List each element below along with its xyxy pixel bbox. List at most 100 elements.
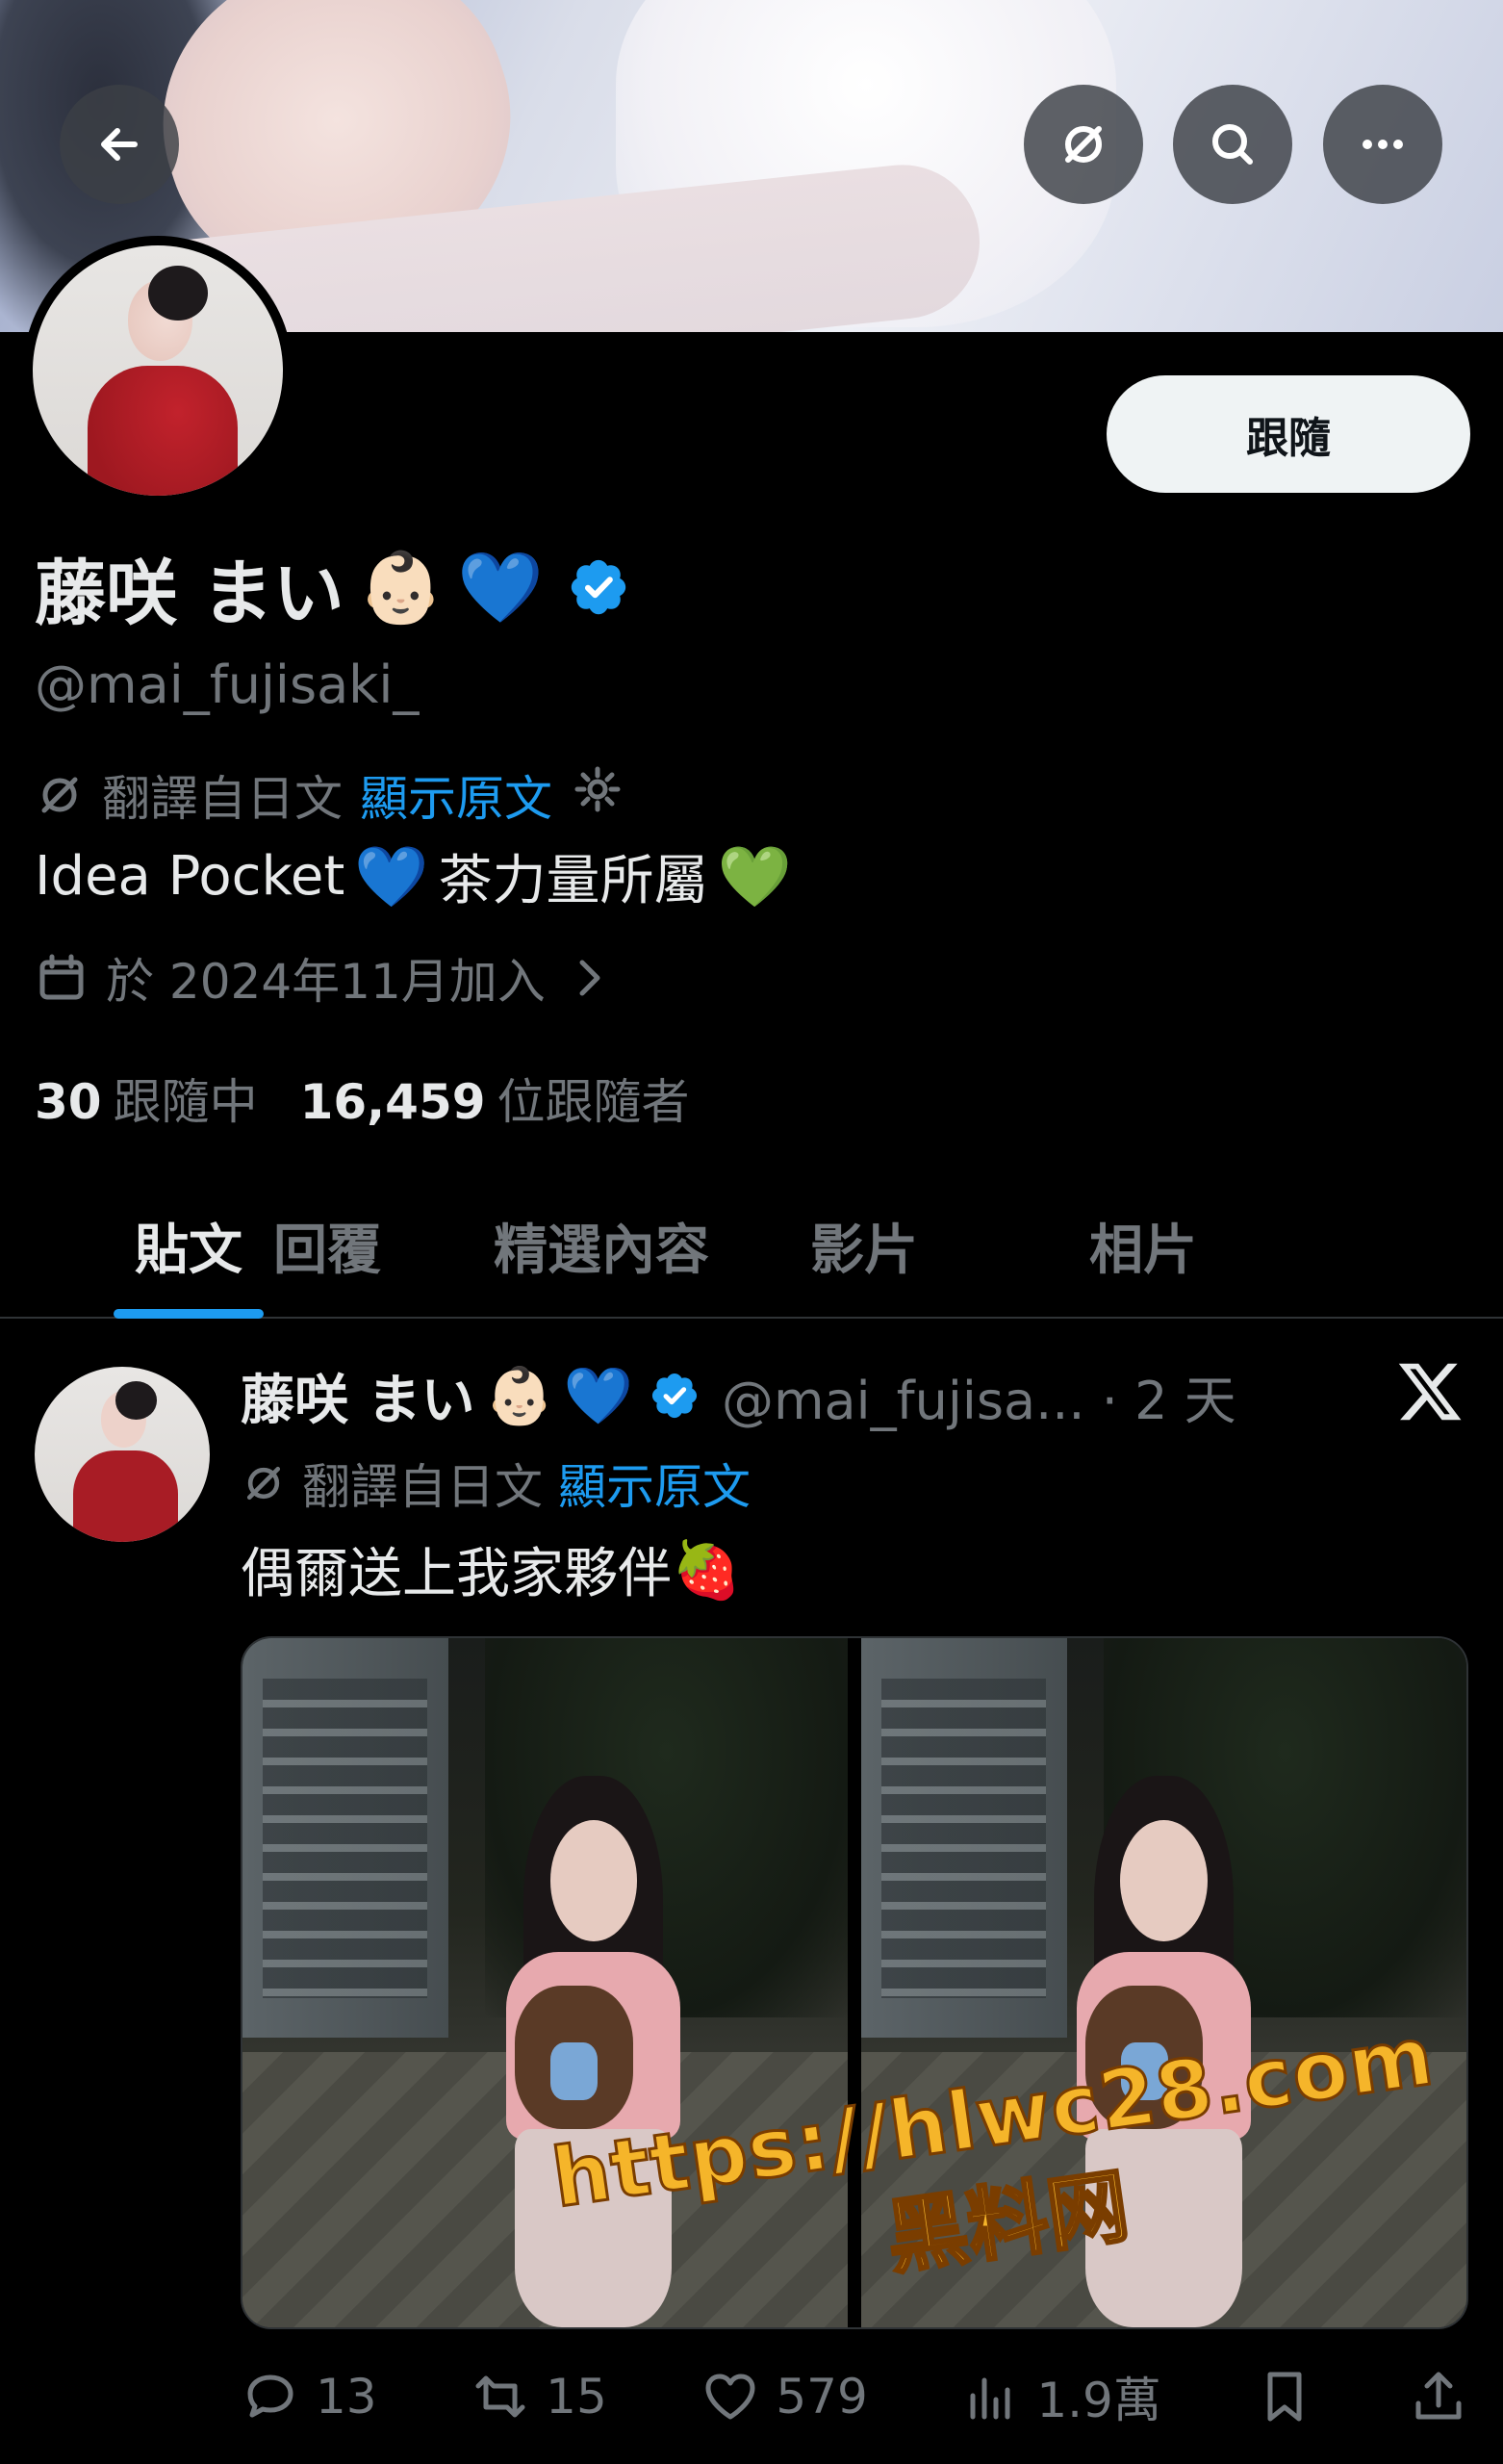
translate-off-icon — [1065, 126, 1102, 163]
baby-emoji: 👶🏻 — [484, 1363, 554, 1428]
display-name: 藤咲 まい — [35, 552, 344, 635]
baby-emoji: 👶🏻 — [357, 547, 445, 628]
blue-heart-emoji: 💙 — [457, 547, 545, 628]
tab-photos[interactable]: 相片 — [960, 1174, 1326, 1317]
tab-label: 相片 — [1089, 1219, 1197, 1282]
reply-count: 13 — [316, 2369, 377, 2425]
profile-handle: @mai_fujisaki_ — [35, 654, 420, 715]
photo-person-with-dog — [1055, 1776, 1272, 2327]
tab-videos[interactable]: 影片 — [768, 1174, 960, 1317]
joined-date-row[interactable]: 於 2024年11月加入 — [35, 943, 617, 1013]
x-logo-button[interactable] — [1395, 1357, 1465, 1426]
green-heart-emoji: 💚 — [717, 840, 792, 911]
photo-person-skirt — [515, 2128, 673, 2327]
repost-count: 15 — [546, 2369, 607, 2425]
reply-button[interactable]: 13 — [241, 2367, 377, 2426]
avatar-hair — [115, 1380, 158, 1420]
arrow-left-icon — [101, 128, 138, 161]
verified-badge-icon[interactable] — [567, 555, 630, 619]
back-button[interactable] — [60, 85, 179, 204]
followers-label: 位跟隨者 — [497, 1074, 690, 1130]
tab-label: 回覆 — [273, 1219, 381, 1282]
tab-label: 影片 — [810, 1219, 918, 1282]
share-button[interactable] — [1409, 2367, 1468, 2426]
heart-icon — [705, 2374, 755, 2420]
following-stat[interactable]: 30 跟隨中 — [35, 1064, 258, 1133]
bio-text-affiliation: 茶力量所屬 — [438, 850, 708, 912]
views-button[interactable]: 1.9萬 — [961, 2362, 1161, 2431]
profile-tabs: 貼文 回覆 精選內容 影片 相片 — [0, 1174, 1503, 1319]
profile-bio: Idea Pocket 💙 茶力量所屬 💚 — [35, 837, 802, 915]
photo-building — [861, 1638, 1067, 2039]
bookmark-icon — [1267, 2372, 1302, 2422]
bio-text-prefix: Idea Pocket — [35, 845, 345, 908]
following-count: 30 — [35, 1074, 102, 1130]
followers-count: 16,459 — [299, 1074, 486, 1130]
strawberry-emoji: 🍓 — [672, 1536, 742, 1603]
reply-icon — [247, 2374, 293, 2418]
active-tab-indicator — [114, 1309, 264, 1319]
verified-badge-icon[interactable] — [649, 1370, 701, 1422]
joined-date: 於 2024年11月加入 — [106, 954, 546, 1010]
bio-translation-row: 翻譯自日文 顯示原文 — [35, 760, 625, 830]
calendar-icon — [39, 954, 84, 1000]
post-author-name[interactable]: 藤咲 まい — [241, 1357, 475, 1435]
post-photo-1[interactable] — [242, 1638, 848, 2327]
post-text: 偶爾送上我家夥伴 🍓 — [241, 1530, 741, 1608]
photo-person-with-dog — [485, 1776, 702, 2327]
post-text-body: 偶爾送上我家夥伴 — [241, 1543, 672, 1605]
post-translation-row: 翻譯自日文 顯示原文 — [241, 1449, 751, 1518]
show-original-link[interactable]: 顯示原文 — [558, 1449, 751, 1518]
profile-avatar[interactable] — [23, 236, 293, 505]
photo-person-skirt — [1084, 2128, 1242, 2327]
avatar-hair — [147, 265, 208, 321]
translation-settings-button[interactable] — [570, 761, 625, 829]
translate-toggle-button[interactable] — [1024, 85, 1143, 204]
more-horizontal-icon — [1363, 140, 1403, 149]
avatar-dress — [73, 1450, 179, 1542]
avatar-dress — [88, 365, 239, 496]
profile-name-row: 藤咲 まい 👶🏻 💙 — [35, 539, 630, 635]
bookmark-button[interactable] — [1255, 2367, 1314, 2426]
share-icon — [1415, 2372, 1462, 2420]
translated-from-label: 翻譯自日文 — [302, 1459, 543, 1515]
views-chart-icon — [970, 2377, 1010, 2420]
repost-button[interactable]: 15 — [471, 2367, 607, 2426]
view-count: 1.9萬 — [1036, 2373, 1161, 2428]
post-author-avatar[interactable] — [35, 1367, 210, 1542]
post-header: 藤咲 まい 👶🏻 💙 @mai_fujisa... · 2 天 — [241, 1352, 1236, 1439]
x-logo-icon — [1398, 1363, 1462, 1421]
show-original-link[interactable]: 顯示原文 — [360, 760, 552, 830]
chevron-right-icon — [579, 960, 600, 996]
gear-icon — [574, 766, 621, 812]
follow-stats: 30 跟隨中 16,459 位跟隨者 — [35, 1064, 690, 1133]
translate-off-icon — [246, 1466, 281, 1501]
search-icon — [1212, 124, 1253, 165]
followers-stat[interactable]: 16,459 位跟隨者 — [300, 1064, 690, 1133]
post-handle-and-time[interactable]: @mai_fujisa... · 2 天 — [722, 1358, 1236, 1434]
photo-person-face — [549, 1820, 638, 1941]
post-media-grid — [241, 1636, 1468, 2329]
post-actions: 13 15 579 1.9萬 — [241, 2348, 1468, 2445]
more-button[interactable] — [1323, 85, 1442, 204]
repost-icon — [475, 2375, 525, 2418]
photo-dog — [1084, 1985, 1204, 2129]
search-button[interactable] — [1173, 85, 1292, 204]
like-button[interactable]: 579 — [701, 2367, 868, 2426]
tab-label: 貼文 — [135, 1219, 242, 1282]
tab-highlights[interactable]: 精選內容 — [412, 1174, 791, 1317]
translated-from-label: 翻譯自日文 — [102, 771, 343, 827]
like-count: 579 — [776, 2369, 868, 2425]
translate-off-icon — [41, 777, 78, 813]
photo-dog — [515, 1985, 633, 2129]
tab-replies[interactable]: 回覆 — [262, 1174, 393, 1317]
follow-button[interactable]: 跟隨 — [1107, 375, 1470, 493]
photo-person-face — [1120, 1820, 1208, 1941]
tab-label: 精選內容 — [494, 1219, 709, 1282]
blue-heart-emoji: 💙 — [563, 1363, 633, 1428]
blue-heart-emoji: 💙 — [354, 840, 429, 911]
post-photo-2[interactable] — [861, 1638, 1466, 2327]
avatar-image — [33, 245, 283, 496]
following-label: 跟隨中 — [113, 1074, 258, 1130]
photo-building — [242, 1638, 448, 2039]
